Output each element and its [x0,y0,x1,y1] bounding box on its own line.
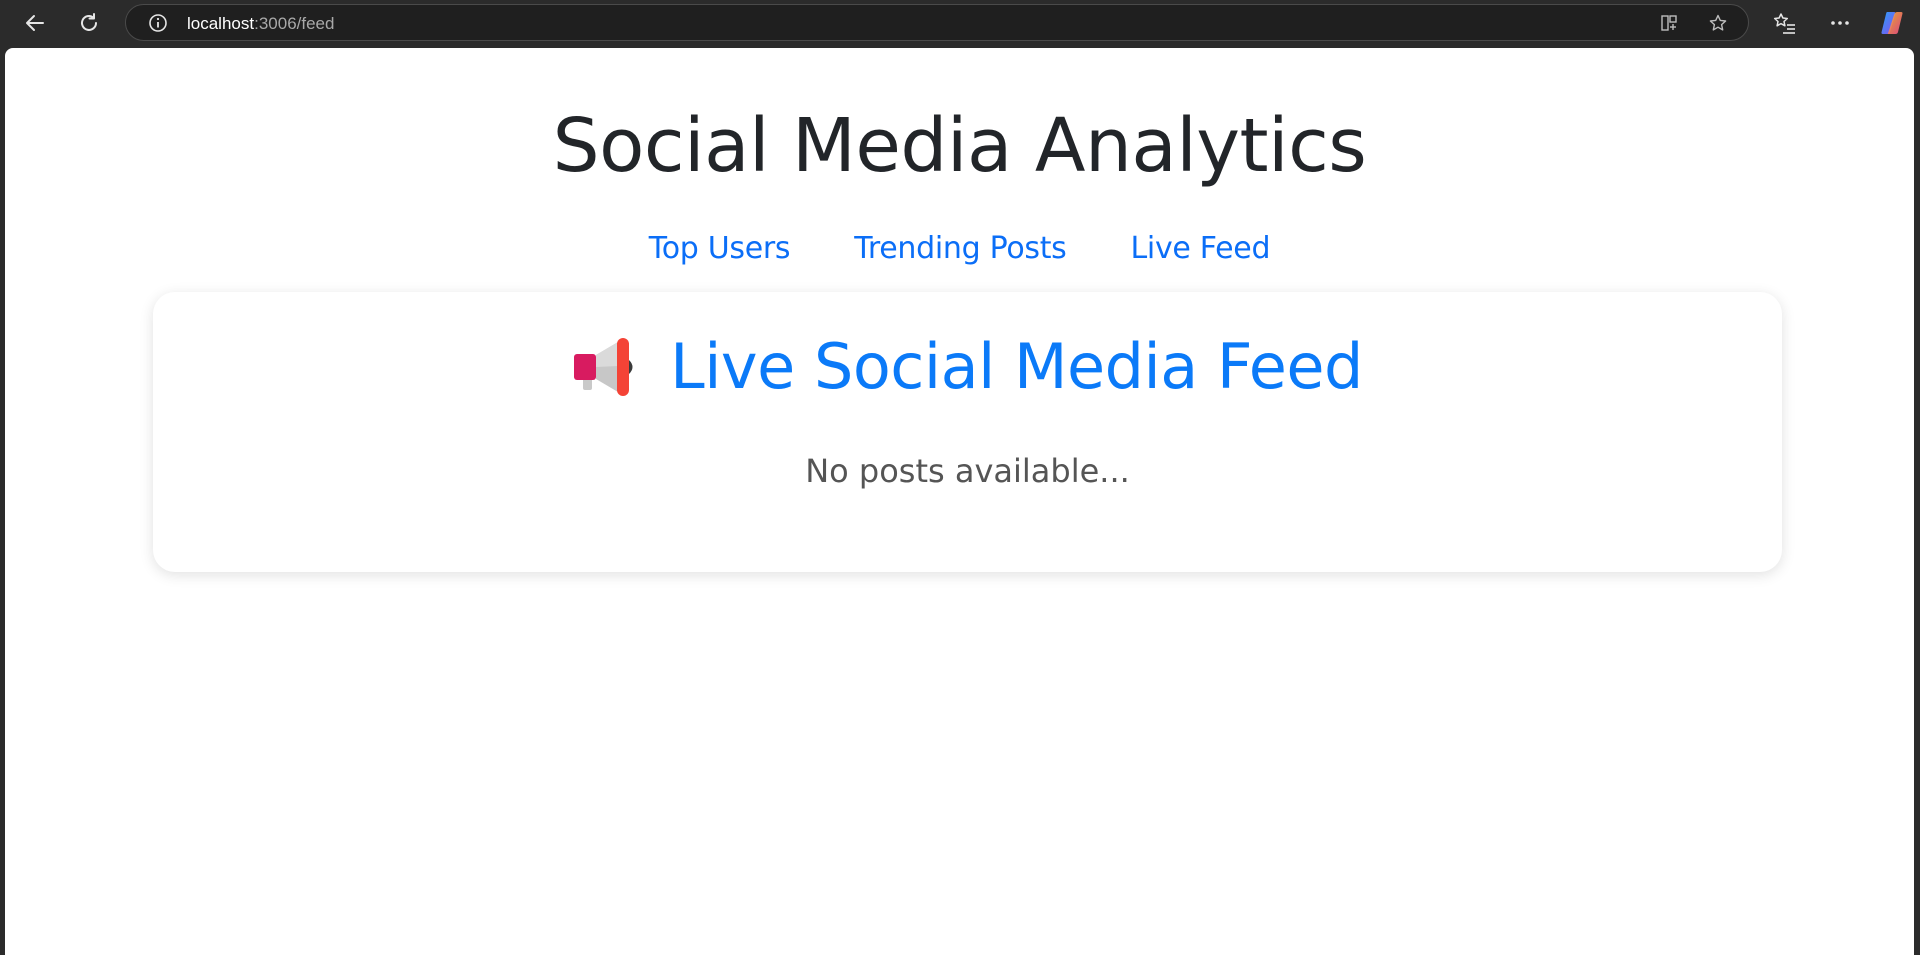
url-host: localhost [187,14,255,33]
url-text[interactable]: localhost:3006/feed [187,14,334,34]
nav-link-top-users[interactable]: Top Users [649,231,791,266]
main-nav: Top Users Trending Posts Live Feed [5,231,1914,266]
more-options-icon [1831,21,1849,25]
page-content: Social Media Analytics Top Users Trendin… [5,48,1914,955]
favorites-list-icon [1773,13,1795,34]
back-arrow-icon [26,15,44,31]
nav-link-live-feed[interactable]: Live Feed [1131,231,1271,266]
copilot-button[interactable] [1876,7,1908,39]
url-path: :3006/feed [254,14,335,33]
feed-card: Live Social Media Feed No posts availabl… [153,292,1782,572]
split-screen-icon[interactable] [1659,13,1679,33]
favorites-button[interactable] [1769,7,1801,39]
copilot-icon [1881,12,1903,34]
feed-heading: Live Social Media Feed [153,330,1782,403]
browser-toolbar: localhost:3006/feed [0,0,1920,46]
megaphone-icon [574,337,633,396]
app-title: Social Media Analytics [552,103,1367,189]
nav-link-trending-posts[interactable]: Trending Posts [854,231,1067,266]
info-icon[interactable] [148,13,168,33]
back-button[interactable] [19,7,51,39]
empty-feed-message: No posts available... [805,452,1130,490]
feed-title: Live Social Media Feed [670,330,1363,403]
favorite-star-icon[interactable] [1708,13,1728,33]
address-bar[interactable]: localhost:3006/feed [125,4,1749,41]
more-options-button[interactable] [1824,7,1856,39]
reload-icon [81,13,97,31]
reload-button[interactable] [73,7,105,39]
